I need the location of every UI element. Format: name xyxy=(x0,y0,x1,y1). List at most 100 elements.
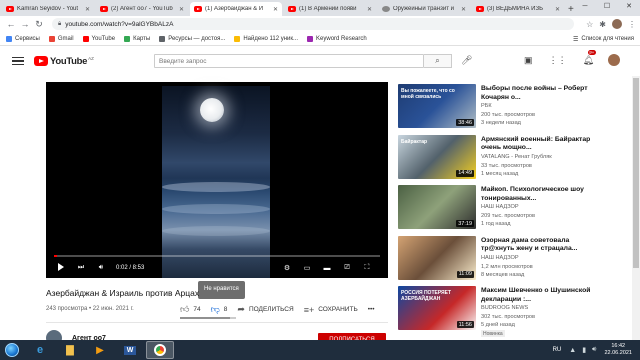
hamburger-menu-icon[interactable] xyxy=(12,55,24,67)
language-indicator[interactable]: RU xyxy=(553,347,562,353)
recommendation-title[interactable]: Майкоп. Психологическое шоу тонированных… xyxy=(481,186,596,203)
profile-avatar[interactable] xyxy=(612,19,622,29)
taskbar-media[interactable]: ▶ xyxy=(86,341,114,359)
like-ratio-fill xyxy=(180,317,231,319)
extensions-icon[interactable]: ✱ xyxy=(599,20,606,29)
tab-close-icon[interactable]: ✕ xyxy=(461,6,466,13)
recommendation-item[interactable]: РОССИЯ ПОТЕРЯЕТ АЗЕРБАЙДЖАН 11:56 Максим Ш… xyxy=(398,286,598,337)
youtube-favicon-icon xyxy=(288,6,296,12)
youtube-logo[interactable]: YouTube AZ xyxy=(34,56,94,67)
page-scrollbar[interactable] xyxy=(632,76,640,340)
start-button[interactable] xyxy=(0,340,24,360)
more-actions-button[interactable]: ••• xyxy=(368,306,375,313)
url-input[interactable]: 🔒︎ youtube.com/watch?v=9alGYBbALzA xyxy=(52,18,575,30)
microphone-icon[interactable]: 🎤︎ xyxy=(461,55,472,66)
video-thumbnail[interactable]: Вы пожалеете, что со мной связались 38:46 xyxy=(398,84,476,128)
miniplayer-icon[interactable]: ▭ xyxy=(300,264,314,272)
network-icon[interactable]: ▮ xyxy=(582,346,586,354)
tab-close-icon[interactable]: ✕ xyxy=(179,6,184,13)
maximize-icon[interactable]: ☐ xyxy=(596,0,618,14)
bookmark-label: YouTube xyxy=(91,35,116,42)
recommendation-channel[interactable]: НАШ НАДЗОР xyxy=(481,255,519,261)
recommendation-channel[interactable]: BUDROOG NEWS xyxy=(481,305,528,311)
volume-tray-icon[interactable]: 🔊︎ xyxy=(592,346,596,354)
recommendation-channel[interactable]: НАШ НАДЗОР xyxy=(481,204,519,210)
bookmark-item[interactable]: Keyword Research xyxy=(307,35,367,42)
progress-bar[interactable] xyxy=(54,255,380,257)
theater-mode-icon[interactable]: ▬ xyxy=(320,265,334,272)
recommendation-channel[interactable]: РБК xyxy=(481,103,492,109)
recommendation-item[interactable]: Вы пожалеете, что со мной связались 38:46… xyxy=(398,84,598,133)
recommendation-channel[interactable]: VATALANG - Ренат Грубляк xyxy=(481,154,552,160)
video-thumbnail[interactable]: РОССИЯ ПОТЕРЯЕТ АЗЕРБАЙДЖАН 11:56 xyxy=(398,286,476,330)
bookmark-item[interactable]: Ресурсы — достоя... xyxy=(159,35,225,42)
browser-tab[interactable]: (1) В Армении появи ✕ xyxy=(284,2,376,16)
recommendation-item[interactable]: 11:09 Озорная дама советовала тр@хнуть же… xyxy=(398,235,598,285)
dislike-button[interactable]: 👎︎ 8 xyxy=(211,304,228,315)
apps-grid-icon[interactable]: ⋮⋮ xyxy=(549,55,567,66)
bookmark-item[interactable]: Найдено 112 уник... xyxy=(234,35,298,42)
bookmark-item[interactable]: Сервисы xyxy=(6,35,40,42)
create-video-icon[interactable]: ▣ xyxy=(524,55,533,66)
duration-badge: 11:56 xyxy=(456,321,474,328)
scrollbar-thumb[interactable] xyxy=(633,78,639,268)
settings-gear-icon[interactable]: ⚙︎ xyxy=(280,264,294,272)
search-icon: ⌕ xyxy=(435,56,440,65)
cast-icon[interactable]: ⎚ xyxy=(340,264,354,272)
close-window-icon[interactable]: ✕ xyxy=(618,0,640,14)
browser-tab[interactable]: Kamran Seyidov - Yout ✕ xyxy=(2,2,94,16)
browser-tab[interactable]: (2) Агент оо7 - YouTub ✕ xyxy=(96,2,188,16)
new-badge: Новинка xyxy=(481,330,505,337)
share-label: ПОДЕЛИТЬСЯ xyxy=(248,306,294,313)
menu-kebab-icon[interactable]: ⋮ xyxy=(628,20,636,29)
recommendation-title[interactable]: Максим Шевченко о Шушинской декларации :… xyxy=(481,287,596,304)
recommendation-title[interactable]: Озорная дама советовала тр@хнуть жену и … xyxy=(481,237,596,254)
bookmark-item[interactable]: YouTube xyxy=(82,35,116,42)
recommendation-title[interactable]: Выборы после войны – Роберт Кочарян о... xyxy=(481,85,596,102)
recommendation-age: 3 недели назад xyxy=(481,120,521,126)
video-thumbnail[interactable]: Байрактар 14:49 xyxy=(398,134,476,179)
play-button[interactable] xyxy=(54,263,68,273)
bookmark-item[interactable]: Gmail xyxy=(48,35,74,42)
browser-tab[interactable]: (1) Азербайджан & И ✕ xyxy=(190,2,282,16)
notifications-bell-icon[interactable]: 🔔︎ 9+ xyxy=(583,49,596,66)
like-ratio-bar xyxy=(180,317,236,319)
user-avatar[interactable] xyxy=(608,54,620,66)
save-button[interactable]: ≡+ СОХРАНИТЬ xyxy=(304,305,358,315)
forward-icon[interactable]: → xyxy=(18,19,32,29)
search-button[interactable]: ⌕ xyxy=(424,54,452,68)
bookmark-item[interactable]: Карты xyxy=(124,35,150,42)
back-icon[interactable]: ← xyxy=(4,19,18,29)
tab-close-icon[interactable]: ✕ xyxy=(555,6,560,13)
tab-close-icon[interactable]: ✕ xyxy=(85,6,90,13)
reload-icon[interactable]: ↻ xyxy=(32,19,46,30)
taskbar-ie[interactable]: e xyxy=(26,341,54,359)
tab-close-icon[interactable]: ✕ xyxy=(273,6,278,13)
video-thumbnail[interactable]: 37:19 xyxy=(398,185,476,229)
fullscreen-icon[interactable]: ⛶ xyxy=(360,264,374,272)
recommendation-item[interactable]: 37:19 Майкоп. Психологическое шоу тониров… xyxy=(398,185,598,234)
browser-tab[interactable]: (3) ВЕДЬМИНА ИЗБ ✕ xyxy=(472,2,564,16)
video-player[interactable]: ⏭︎ 🔊︎ 0:02 / 8:53 ⚙︎ ▭ ▬ ⎚ ⛶ xyxy=(46,82,388,278)
taskbar-explorer[interactable]: ▇ xyxy=(56,341,84,359)
like-button[interactable]: 👍︎ 74 xyxy=(180,304,201,315)
taskbar-word[interactable]: W xyxy=(116,341,144,359)
clock[interactable]: 16:42 22.06.2021 xyxy=(604,343,632,357)
next-button[interactable]: ⏭︎ xyxy=(74,264,88,272)
minimize-icon[interactable]: ─ xyxy=(574,0,596,14)
reading-list[interactable]: ☰ Список для чтения xyxy=(573,32,634,46)
thumbs-up-icon: 👍︎ xyxy=(180,304,190,314)
recommendation-title[interactable]: Армянский военный: Байрактар очень мощно… xyxy=(481,136,596,153)
volume-button[interactable]: 🔊︎ xyxy=(94,264,108,272)
search-input[interactable]: Введите запрос xyxy=(154,54,424,68)
taskbar-chrome[interactable] xyxy=(146,341,174,359)
new-tab-button[interactable]: + xyxy=(568,4,574,15)
tab-close-icon[interactable]: ✕ xyxy=(367,6,372,13)
share-button[interactable]: ➦ ПОДЕЛИТЬСЯ xyxy=(237,304,293,315)
tray-arrow-icon[interactable]: ▲ xyxy=(569,347,576,354)
reading-list-label: Список для чтения xyxy=(581,36,634,42)
browser-tab[interactable]: Оружейный транзит и ✕ xyxy=(378,2,470,16)
video-thumbnail[interactable]: 11:09 xyxy=(398,235,476,280)
recommendation-item[interactable]: Байрактар 14:49 Армянский военный: Байракт… xyxy=(398,134,598,184)
star-icon[interactable]: ☆ xyxy=(586,20,593,29)
